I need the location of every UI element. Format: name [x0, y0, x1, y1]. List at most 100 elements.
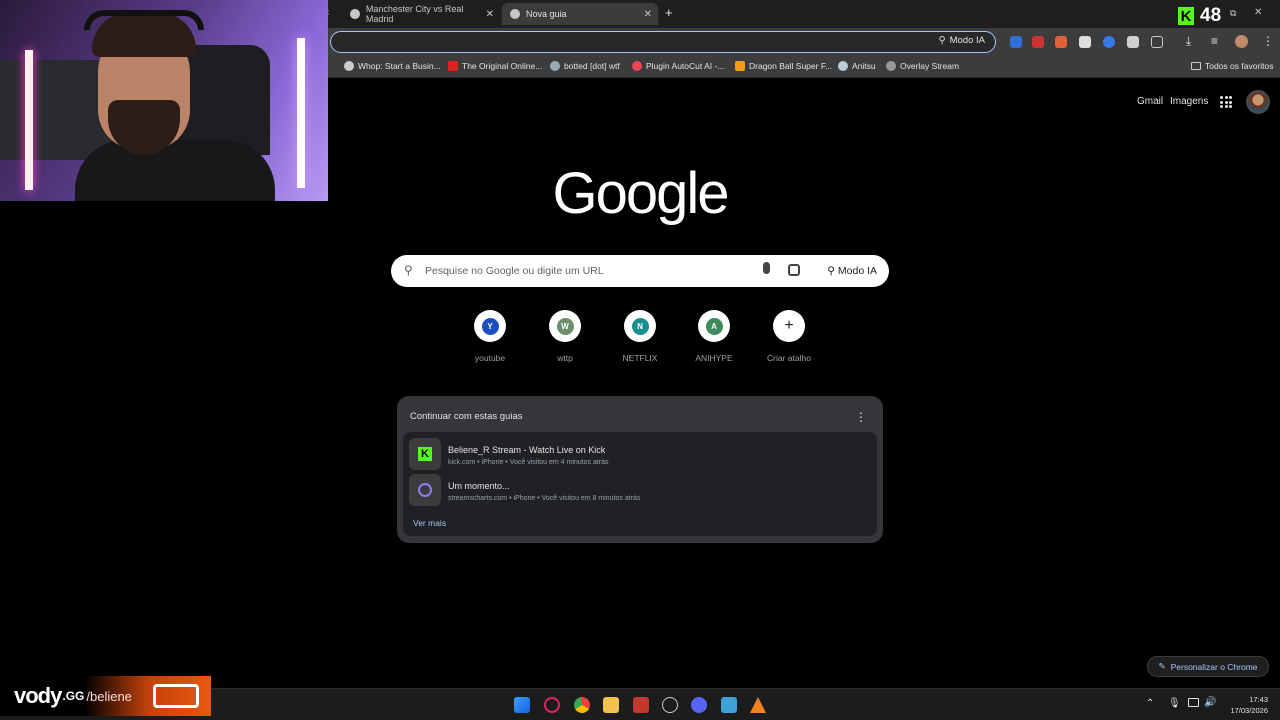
tab-close-icon[interactable]: ✕ [486, 9, 494, 20]
shortcut-icon: W [549, 310, 581, 342]
gmail-link[interactable]: Gmail [1137, 96, 1163, 107]
microphone-icon[interactable]: 🎙 [1168, 698, 1181, 709]
search-icon: ⚲ [404, 263, 413, 277]
add-shortcut-icon: + [773, 310, 805, 342]
download-icon[interactable]: ⤓ [1186, 34, 1191, 49]
bookmark-item[interactable]: The Original Online... [448, 61, 542, 71]
voice-search-icon[interactable] [763, 262, 770, 274]
bookmark-label: Anitsu [852, 61, 876, 71]
add-shortcut-button[interactable]: + Criar atalho [754, 310, 824, 363]
ai-search-icon: ⚲ [938, 35, 946, 46]
lens-icon[interactable] [788, 264, 800, 276]
continue-item-title: Beliene_R Stream - Watch Live on Kick [448, 445, 606, 455]
shortcut-letter: W [556, 317, 574, 335]
omnibox[interactable]: ⚲ Modo IA [330, 31, 996, 53]
shortcut-icon: Y [474, 310, 506, 342]
chrome-taskbar-icon[interactable] [574, 697, 590, 713]
bookmark-favicon-icon [886, 61, 896, 71]
tab-close-icon[interactable]: ✕ [644, 9, 652, 20]
webcam-overlay [0, 0, 328, 201]
ai-search-icon: ⚲ [827, 265, 835, 277]
bookmark-label: Plugin AutoCut AI -... [646, 61, 725, 71]
extension-icon[interactable] [1010, 36, 1022, 48]
all-bookmarks-folder[interactable]: Todos os favoritos [1191, 61, 1274, 71]
pencil-icon: ✎ [1158, 661, 1166, 671]
vody-user: /beliene [86, 688, 132, 704]
customize-chrome-button[interactable]: ✎ Personalizar o Chrome [1147, 656, 1269, 677]
tab-manchester[interactable]: Manchester City vs Real Madrid ✕ [342, 3, 500, 25]
kick-favicon-icon: K [409, 438, 441, 470]
extension-icon[interactable] [1127, 36, 1139, 48]
extension-icon[interactable] [1055, 36, 1067, 48]
bookmark-item[interactable]: Overlay Stream [886, 61, 959, 71]
shortcut-anihype[interactable]: A ANIHYPE [679, 310, 749, 363]
webcam-light-bar [297, 38, 305, 188]
bookmark-label: The Original Online... [462, 61, 543, 71]
bookmark-item[interactable]: Plugin AutoCut AI -... [632, 61, 724, 71]
tray-chevron-icon[interactable]: ⌃ [1146, 698, 1154, 709]
vody-brand: vody [14, 683, 62, 708]
window-close-icon[interactable]: ✕ [1254, 7, 1262, 18]
profile-avatar-icon[interactable] [1235, 35, 1248, 48]
vlc-icon[interactable] [750, 697, 766, 713]
extensions-puzzle-icon[interactable] [1151, 36, 1163, 48]
tab-title: Manchester City vs Real Madrid [365, 4, 464, 24]
ver-mais-link[interactable]: Ver mais [413, 518, 446, 528]
shortcut-label: NETFLIX [622, 353, 658, 363]
kick-viewer-overlay: K 48 [1178, 5, 1221, 27]
kick-logo-icon: K [1178, 7, 1194, 25]
images-link[interactable]: Imagens [1170, 96, 1208, 107]
notepad-icon[interactable] [721, 697, 737, 713]
network-icon[interactable] [1188, 698, 1199, 707]
account-avatar[interactable] [1246, 90, 1270, 114]
continue-item-meta: kick.com • iPhone • Você visitou em 4 mi… [448, 459, 609, 466]
kick-viewer-count: 48 [1200, 5, 1222, 26]
windows-start-icon[interactable] [514, 697, 530, 713]
extension-icon[interactable] [1079, 36, 1091, 48]
bookmark-favicon-icon [838, 61, 848, 71]
shortcut-youtube[interactable]: Y youtube [455, 310, 525, 363]
shortcut-icon: N [624, 310, 656, 342]
new-tab-icon[interactable]: + [665, 5, 673, 20]
bookmark-item[interactable]: Anitsu [838, 61, 876, 71]
bookmark-item[interactable]: Dragon Ball Super F... [735, 61, 832, 71]
system-clock[interactable]: 17:43 17/03/2026 [1230, 694, 1268, 716]
continue-item-kick[interactable]: K Beliene_R Stream - Watch Live on Kick … [409, 438, 871, 470]
modo-ia-search-button[interactable]: ⚲ Modo IA [827, 265, 877, 277]
shortcut-icon: A [698, 310, 730, 342]
shortcut-netflix[interactable]: N NETFLIX [605, 310, 675, 363]
folder-icon [1191, 62, 1201, 70]
app-taskbar-icon[interactable] [633, 697, 649, 713]
bookmark-item[interactable]: Whop: Start a Busin... [344, 61, 441, 71]
webcam-chair [178, 45, 270, 155]
webcam-light-bar [25, 50, 33, 190]
search-placeholder: Pesquise no Google ou digite um URL [425, 265, 604, 277]
modo-ia-label: Modo IA [949, 35, 985, 46]
discord-icon[interactable] [691, 697, 707, 713]
opera-icon[interactable] [544, 697, 560, 713]
shortcut-wttp[interactable]: W wttp [530, 310, 600, 363]
continue-tabs-card: Continuar com estas guias ⋮ K Beliene_R … [397, 396, 883, 543]
window-restore-icon[interactable]: ⧉ [1230, 8, 1236, 19]
modo-ia-button[interactable]: ⚲ Modo IA [939, 35, 985, 46]
app-taskbar-icon[interactable] [662, 697, 678, 713]
bookmark-favicon-icon [550, 61, 560, 71]
card-menu-icon[interactable]: ⋮ [855, 410, 867, 424]
media-control-icon[interactable]: ≡ [1211, 34, 1218, 48]
tab-nova-guia[interactable]: Nova guia ✕ [502, 3, 658, 25]
chrome-menu-icon[interactable]: ⋮ [1262, 34, 1274, 48]
extension-icon[interactable] [1032, 36, 1044, 48]
extension-icon[interactable] [1103, 36, 1115, 48]
bookmark-favicon-icon [344, 61, 354, 71]
shortcut-label: ANIHYPE [695, 353, 733, 363]
clock-date: 17/03/2026 [1230, 706, 1268, 715]
bookmark-item[interactable]: botted [dot] wtf [550, 61, 620, 71]
google-apps-icon[interactable] [1220, 96, 1232, 108]
continue-item-streamscharts[interactable]: Um momento... streamscharts.com • iPhone… [409, 474, 871, 506]
volume-icon[interactable]: 🔊 [1204, 697, 1216, 708]
file-explorer-icon[interactable] [603, 697, 619, 713]
tab-title: Nova guia [526, 9, 567, 19]
plus-icon: + [784, 317, 794, 334]
bookmark-label: Dragon Ball Super F... [749, 61, 833, 71]
search-box[interactable]: ⚲ Pesquise no Google ou digite um URL ⚲ … [391, 255, 889, 287]
